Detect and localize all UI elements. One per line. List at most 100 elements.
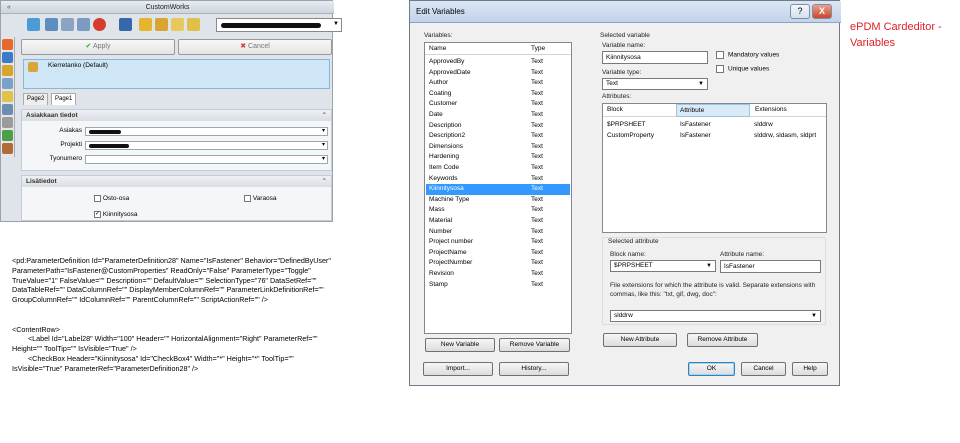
variable-name-input[interactable]: Kiinnitysosa: [602, 51, 708, 64]
checkbox-kiinnitysosa[interactable]: ✓ Kiinnitysosa: [94, 211, 138, 218]
variable-name-cell: Project number: [429, 238, 474, 246]
power-icon[interactable]: [93, 18, 106, 31]
variable-row[interactable]: Author Text: [426, 78, 570, 89]
description-box[interactable]: Kierretanko (Default): [23, 59, 330, 89]
sw-appearance-icon[interactable]: [2, 130, 13, 141]
ok-button[interactable]: OK: [688, 362, 735, 376]
variable-type-dropdown[interactable]: Text ▼: [602, 78, 708, 90]
checkbox-box[interactable]: [94, 195, 101, 202]
sw-parts-icon[interactable]: [2, 52, 13, 63]
variables-list[interactable]: Name Type ApprovedBy Text ApprovedDate Text…: [424, 42, 572, 334]
field-label: Projekti: [60, 141, 82, 148]
checkbox-osto-osa[interactable]: Osto-osa: [94, 195, 129, 202]
variable-row[interactable]: Customer Text: [426, 99, 570, 110]
checkbox-box[interactable]: [244, 195, 251, 202]
dialog-cancel-button[interactable]: Cancel: [741, 362, 786, 376]
attributes-list[interactable]: Block Attribute Extensions $PRPSHEET IsFa…: [602, 103, 827, 233]
variable-name-cell: ApprovedDate: [429, 68, 471, 76]
group-title: Asiakkaan tiedot: [26, 112, 78, 119]
remove-attribute-button[interactable]: Remove Attribute: [687, 333, 758, 347]
paste-icon[interactable]: [187, 18, 200, 31]
variable-row[interactable]: ProjectNumber Text: [426, 258, 570, 269]
variable-row[interactable]: Mass Text: [426, 205, 570, 216]
annotation-note: ePDM Cardeditor - Variables: [850, 21, 942, 49]
variable-row[interactable]: Number Text: [426, 227, 570, 238]
tools-icon[interactable]: [77, 18, 90, 31]
field-row-projekti: Projekti ▾: [22, 141, 333, 151]
tab-page1[interactable]: Page1: [51, 93, 77, 105]
help-icon[interactable]: ?: [790, 4, 810, 19]
block-name-dropdown[interactable]: $PRPSHEET ▼: [610, 260, 716, 272]
sw-view-icon[interactable]: [2, 78, 13, 89]
variable-row[interactable]: Material Text: [426, 216, 570, 227]
column-block-header[interactable]: Block: [607, 106, 623, 113]
cancel-button[interactable]: ✖ Cancel: [178, 39, 332, 55]
variable-row[interactable]: Hardening Text: [426, 152, 570, 163]
history-button[interactable]: History...: [499, 362, 569, 376]
copy-icon[interactable]: [171, 18, 184, 31]
cancel-label: Cancel: [248, 43, 270, 50]
check-icon: ✔: [85, 43, 92, 50]
variable-row[interactable]: Keywords Text: [426, 174, 570, 185]
checkbox-box[interactable]: [716, 51, 724, 59]
sw-open-icon[interactable]: [2, 91, 13, 102]
variable-row[interactable]: Revision Text: [426, 269, 570, 280]
variable-row[interactable]: Date Text: [426, 110, 570, 121]
column-attribute-header[interactable]: Attribute: [676, 104, 750, 117]
variable-name-cell: Machine Type: [429, 195, 470, 203]
variable-row[interactable]: Kiinnitysosa Text: [426, 184, 570, 195]
variable-row[interactable]: Project number Text: [426, 237, 570, 248]
attribute-row[interactable]: $PRPSHEET IsFastener slddrw: [604, 120, 825, 131]
asiakas-dropdown[interactable]: ▾: [85, 127, 328, 136]
dialog-titlebar: Edit Variables ? X: [410, 1, 841, 23]
projekti-dropdown[interactable]: ▾: [85, 141, 328, 150]
collapse-up-icon[interactable]: ⌃: [322, 176, 327, 187]
attribute-name-input[interactable]: IsFastener: [720, 260, 821, 273]
variable-row[interactable]: ProjectName Text: [426, 248, 570, 259]
column-name-header[interactable]: Name: [429, 45, 446, 52]
variable-row[interactable]: Coating Text: [426, 89, 570, 100]
variable-row[interactable]: Description2 Text: [426, 131, 570, 142]
remove-variable-button[interactable]: Remove Variable: [499, 338, 570, 352]
sw-folder-icon[interactable]: [2, 65, 13, 76]
sw-tree-icon[interactable]: [2, 104, 13, 115]
checkbox-box[interactable]: ✓: [94, 211, 101, 218]
unique-checkbox[interactable]: Unique values: [716, 65, 769, 73]
variable-row[interactable]: Stamp Text: [426, 280, 570, 291]
collapse-up-icon[interactable]: ⌃: [322, 110, 327, 121]
variable-row[interactable]: ApprovedDate Text: [426, 68, 570, 79]
new-attribute-button[interactable]: New Attribute: [603, 333, 677, 347]
sw-display-icon[interactable]: [2, 117, 13, 128]
variable-row[interactable]: Item Code Text: [426, 163, 570, 174]
attribute-row[interactable]: CustomProperty IsFastener slddrw, sldasm, …: [604, 131, 825, 142]
variable-name-cell: Description: [429, 121, 462, 129]
close-icon[interactable]: X: [812, 4, 832, 19]
extensions-dropdown[interactable]: slddrw ▼: [610, 310, 821, 322]
refresh-icon[interactable]: [61, 18, 74, 31]
variable-row[interactable]: Dimensions Text: [426, 142, 570, 153]
folder-sync-icon[interactable]: [155, 18, 168, 31]
column-extensions-header[interactable]: Extensions: [755, 106, 787, 113]
import-button[interactable]: Import...: [423, 362, 493, 376]
sw-home-icon[interactable]: [2, 39, 13, 50]
new-variable-button[interactable]: New Variable: [425, 338, 495, 352]
tyonumero-dropdown[interactable]: ▾: [85, 155, 328, 164]
table-icon[interactable]: [45, 18, 58, 31]
dialog-help-button[interactable]: Help: [792, 362, 828, 376]
save-icon[interactable]: [119, 18, 132, 31]
checkbox-varaosa[interactable]: Varaosa: [244, 195, 277, 202]
sw-custom-icon[interactable]: [2, 143, 13, 154]
variable-row[interactable]: Machine Type Text: [426, 195, 570, 206]
tab-page2[interactable]: Page2: [23, 93, 49, 105]
checkbox-box[interactable]: [716, 65, 724, 73]
mandatory-checkbox[interactable]: Mandatory values: [716, 51, 779, 59]
apply-button[interactable]: ✔ Apply: [21, 39, 175, 55]
variable-name-cell: Description2: [429, 132, 466, 140]
grid-icon[interactable]: [27, 18, 40, 31]
variable-row[interactable]: Description Text: [426, 121, 570, 132]
folder-open-icon[interactable]: [139, 18, 152, 31]
column-type-header[interactable]: Type: [531, 45, 545, 52]
collapse-chevron-icon[interactable]: «: [7, 1, 11, 14]
variable-row[interactable]: ApprovedBy Text: [426, 57, 570, 68]
template-dropdown[interactable]: ▼: [216, 18, 342, 32]
